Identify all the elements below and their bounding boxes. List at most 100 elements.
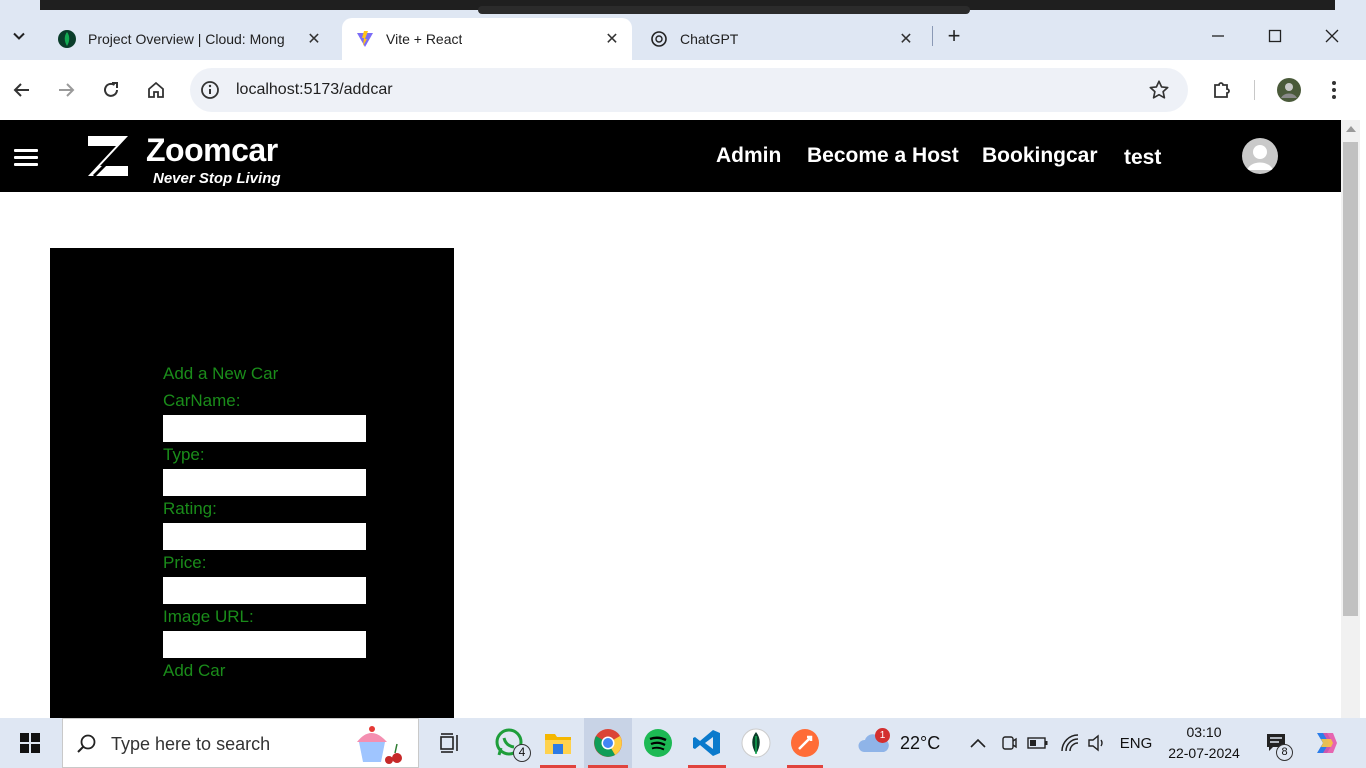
weather-widget[interactable]: 1 22°C (858, 718, 948, 768)
input-language[interactable]: ENG (1118, 732, 1154, 754)
type-input[interactable] (163, 469, 366, 496)
wifi-icon (1061, 734, 1079, 752)
close-tab-icon[interactable]: ✕ (304, 29, 324, 49)
chrome-icon (594, 729, 622, 757)
system-clock[interactable]: 03:10 22-07-2024 (1160, 722, 1248, 764)
minimize-icon (1212, 35, 1224, 37)
carname-input[interactable] (163, 415, 366, 442)
postman-taskbar-button[interactable] (784, 718, 826, 768)
windows-taskbar: Type here to search 4 1 22°C ENG 03:10 2… (0, 718, 1366, 768)
notification-badge: 8 (1276, 744, 1293, 761)
browser-toolbar: localhost:5173/addcar (0, 60, 1366, 120)
image-url-input[interactable] (163, 631, 366, 658)
clock-time: 03:10 (1186, 724, 1222, 740)
site-navbar: Zoomcar Never Stop Living Admin Become a… (0, 120, 1341, 192)
zoomcar-logo[interactable]: Zoomcar Never Stop Living (84, 132, 304, 187)
tab-title: Project Overview | Cloud: Mong (88, 31, 285, 47)
vite-icon (356, 30, 374, 48)
close-tab-icon[interactable]: ✕ (896, 29, 916, 49)
address-bar[interactable]: localhost:5173/addcar (190, 68, 1188, 112)
start-button[interactable] (10, 718, 50, 768)
meet-now-button[interactable] (998, 732, 1020, 754)
close-window-button[interactable] (1318, 22, 1346, 50)
battery-status[interactable] (1026, 732, 1050, 754)
puzzle-icon (1214, 82, 1230, 98)
browser-menu-button[interactable] (1319, 75, 1349, 105)
extensions-button[interactable] (1207, 75, 1237, 105)
url-text[interactable]: localhost:5173/addcar (236, 81, 393, 99)
profile-button[interactable] (1274, 75, 1304, 105)
file-explorer-button[interactable] (538, 718, 578, 768)
add-car-form: Add a New Car CarName: Type: Rating: Pri… (50, 248, 454, 718)
form-heading: Add a New Car (163, 364, 279, 383)
back-button[interactable] (7, 75, 37, 105)
type-label: Type: (163, 445, 205, 464)
tab-search-button[interactable] (4, 21, 34, 51)
tab-vite-react[interactable]: Vite + React ✕ (342, 18, 632, 60)
tab-project-overview[interactable]: Project Overview | Cloud: Mong ✕ (44, 18, 334, 60)
network-status[interactable] (1058, 732, 1082, 754)
whatsapp-taskbar-button[interactable]: 4 (488, 718, 532, 768)
clock-date: 22-07-2024 (1168, 745, 1240, 761)
hamburger-menu-icon[interactable] (14, 149, 38, 166)
camera-icon (1002, 736, 1017, 750)
chrome-taskbar-button[interactable] (584, 718, 632, 768)
taskbar-search-box[interactable]: Type here to search (62, 718, 419, 768)
forward-button[interactable] (51, 75, 81, 105)
carname-label: CarName: (163, 391, 241, 410)
cupcake-search-highlight-icon (357, 726, 402, 764)
tab-chatgpt[interactable]: ChatGPT ✕ (636, 18, 926, 60)
search-placeholder: Type here to search (111, 734, 271, 754)
zoomcar-z-logo-icon (88, 136, 128, 178)
home-button[interactable] (141, 75, 171, 105)
rating-input[interactable] (163, 523, 366, 550)
page-scrollbar[interactable] (1341, 120, 1360, 718)
more-vertical-icon (1332, 81, 1336, 99)
volume-control[interactable] (1086, 732, 1108, 754)
tab-title: Vite + React (386, 31, 463, 47)
nav-link-bookingcar[interactable]: Bookingcar (982, 144, 1098, 168)
close-tab-icon[interactable]: ✕ (602, 29, 622, 49)
task-view-icon (440, 733, 458, 753)
spotify-taskbar-button[interactable] (638, 718, 678, 768)
nav-link-admin[interactable]: Admin (716, 144, 781, 168)
chevron-up-icon (970, 738, 986, 748)
new-tab-button[interactable]: + (940, 22, 968, 50)
vscode-icon (693, 730, 720, 756)
whatsapp-badge: 4 (513, 744, 531, 762)
minimize-button[interactable] (1204, 22, 1232, 50)
nav-link-test[interactable]: test (1124, 146, 1161, 170)
vscode-taskbar-button[interactable] (686, 718, 728, 768)
tab-title: ChatGPT (680, 31, 739, 47)
folder-icon (545, 734, 571, 754)
copilot-button[interactable] (1306, 718, 1344, 768)
page-viewport: Zoomcar Never Stop Living Admin Become a… (0, 120, 1341, 718)
task-view-button[interactable] (434, 718, 466, 768)
search-icon (77, 734, 96, 753)
user-avatar-icon (1247, 145, 1273, 170)
postman-icon (791, 729, 819, 757)
site-info-icon[interactable] (200, 80, 220, 100)
notification-center-button[interactable]: 8 (1258, 718, 1294, 768)
battery-icon (1027, 737, 1048, 749)
image-url-label: Image URL: (163, 607, 254, 626)
nav-link-become-a-host[interactable]: Become a Host (807, 144, 959, 168)
spotify-icon (644, 729, 672, 757)
bookmark-star-icon[interactable] (1148, 79, 1170, 101)
show-hidden-icons-button[interactable] (968, 732, 988, 754)
price-label: Price: (163, 553, 207, 572)
mongodb-leaf-icon (58, 30, 76, 48)
scrollbar-thumb[interactable] (1343, 142, 1358, 616)
user-avatar[interactable] (1242, 138, 1278, 174)
maximize-button[interactable] (1261, 22, 1289, 50)
window-edge (1360, 120, 1366, 718)
mongodb-compass-taskbar-button[interactable] (736, 718, 776, 768)
profile-avatar-icon (1277, 78, 1301, 102)
scroll-up-arrow-icon[interactable] (1346, 126, 1356, 132)
add-car-button[interactable]: Add Car (163, 661, 225, 681)
reload-button[interactable] (96, 75, 126, 105)
price-input[interactable] (163, 577, 366, 604)
weather-alert-badge: 1 (875, 728, 890, 743)
brand-name: Zoomcar (146, 132, 278, 168)
reload-icon (104, 82, 118, 97)
